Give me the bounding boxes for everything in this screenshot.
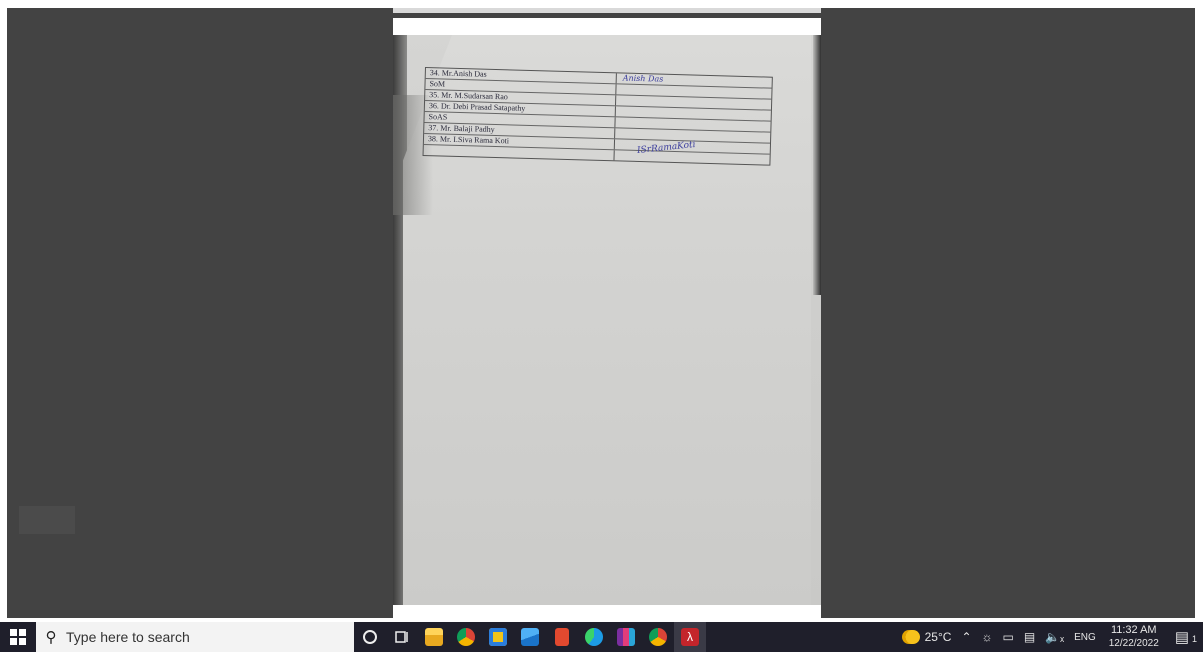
previous-page-edge [393, 8, 821, 13]
attendance-table: 34. Mr.Anish Das Anish Das SoM 35. Mr. M… [422, 67, 773, 166]
page-thumbnail-ghost [19, 506, 75, 534]
language-indicator[interactable]: ENG [1069, 632, 1101, 643]
cortana-button[interactable] [354, 622, 386, 652]
folder-icon [425, 628, 443, 646]
office-icon [555, 628, 569, 646]
taskbar-search[interactable]: ⚲ Type here to search [36, 622, 354, 652]
mail-button[interactable] [514, 622, 546, 652]
clock-date: 12/22/2022 [1108, 638, 1159, 649]
chrome-profile-icon [649, 628, 667, 646]
edge-button[interactable] [578, 622, 610, 652]
weather-icon [901, 630, 920, 644]
speaker-icon[interactable]: 🔈ₓ [1040, 630, 1069, 644]
clock-time: 11:32 AM [1110, 624, 1157, 636]
mail-icon [521, 628, 539, 646]
network-icon[interactable]: ▤ [1019, 630, 1040, 644]
system-tray: 25°C ⌃ ☼ ▭ ▤ 🔈ₓ ENG 11:32 AM 12/22/2022 … [897, 622, 1203, 652]
search-placeholder: Type here to search [66, 629, 190, 645]
taskbar: ⚲ Type here to search λ 25°C ⌃ ☼ ▭ ▤ 🔈ₓ … [0, 622, 1203, 652]
scanned-photo: 34. Mr.Anish Das Anish Das SoM 35. Mr. M… [393, 35, 821, 605]
notifications-button[interactable]: ▤ 1 [1167, 628, 1203, 646]
chrome-icon [457, 628, 475, 646]
notification-icon: ▤ [1174, 629, 1189, 646]
chrome-button[interactable] [450, 622, 482, 652]
meet-now-icon[interactable]: ☼ [977, 630, 998, 644]
windows-icon [10, 629, 26, 645]
store-icon [489, 628, 507, 646]
weather-widget[interactable]: 25°C [897, 630, 957, 644]
document-viewer: 34. Mr.Anish Das Anish Das SoM 35. Mr. M… [7, 8, 1195, 618]
search-icon: ⚲ [45, 629, 57, 646]
file-explorer-button[interactable] [418, 622, 450, 652]
store-button[interactable] [482, 622, 514, 652]
start-button[interactable] [0, 622, 36, 652]
task-view-icon [395, 631, 408, 643]
cortana-icon [363, 630, 377, 644]
battery-icon[interactable]: ▭ [998, 630, 1019, 644]
acrobat-button[interactable]: λ [674, 622, 706, 652]
chrome-profile-button[interactable] [642, 622, 674, 652]
winrar-icon [617, 628, 635, 646]
winrar-button[interactable] [610, 622, 642, 652]
clock[interactable]: 11:32 AM 12/22/2022 [1101, 624, 1167, 650]
office-button[interactable] [546, 622, 578, 652]
task-view-button[interactable] [386, 622, 418, 652]
notification-count: 1 [1191, 634, 1197, 644]
chevron-up-icon[interactable]: ⌃ [956, 630, 976, 644]
acrobat-icon: λ [681, 628, 699, 646]
edge-icon [585, 628, 603, 646]
weather-temp: 25°C [924, 630, 952, 644]
photo-right-edge [813, 35, 821, 295]
